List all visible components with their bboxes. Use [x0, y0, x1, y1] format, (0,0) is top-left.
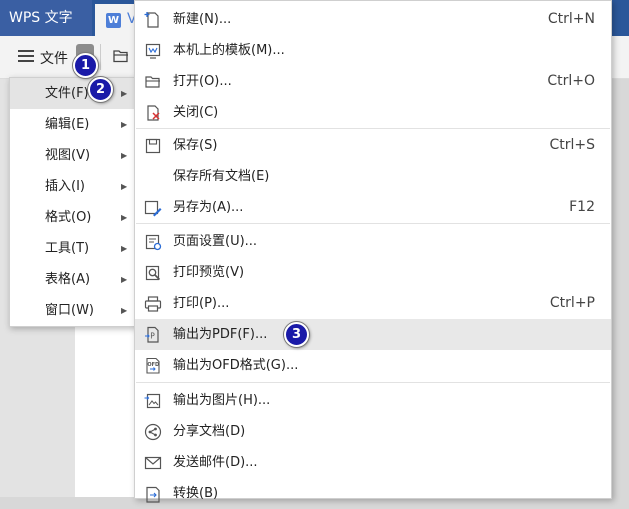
open-folder-icon[interactable]: [113, 49, 129, 63]
file-menu-button[interactable]: 文件: [40, 48, 68, 68]
menu-item-format[interactable]: 格式(O) ▶: [10, 202, 136, 233]
app-title: WPS 文字: [0, 0, 92, 36]
submenu-arrow-icon: ▶: [121, 244, 128, 253]
shortcut-label: Ctrl+O: [547, 73, 595, 89]
svg-text:OFD: OFD: [147, 362, 159, 368]
writer-doc-icon: W: [106, 13, 121, 28]
menu-item-close[interactable]: 关闭(C): [135, 97, 611, 128]
menu-item-label: 关闭(C): [173, 105, 219, 120]
print-preview-icon: [145, 265, 161, 281]
submenu-arrow-icon: ▶: [121, 89, 128, 98]
menu-item-edit[interactable]: 编辑(E) ▶: [10, 109, 136, 140]
menu-item-label: 另存为(A)...: [173, 200, 244, 215]
menu-item-label: 新建(N)...: [173, 12, 232, 27]
file-menu-panel: 新建(N)... Ctrl+N 本机上的模板(M)... 打开(O)... Ct…: [134, 0, 612, 503]
save-as-icon: [144, 200, 162, 217]
convert-icon: [146, 486, 160, 503]
submenu-arrow-icon: ▶: [121, 275, 128, 284]
menu-item-label: 工具(T): [45, 241, 90, 256]
menu-item-print-preview[interactable]: 打印预览(V): [135, 257, 611, 288]
menu-item-convert[interactable]: 转换(B): [135, 478, 611, 509]
menu-item-label: 本机上的模板(M)...: [173, 43, 285, 58]
menu-item-label: 转换(B): [173, 486, 219, 501]
pdf-export-icon: P: [145, 326, 159, 343]
menu-item-label: 格式(O): [45, 210, 92, 225]
menu-item-share[interactable]: 分享文档(D): [135, 416, 611, 447]
menu-item-label: 输出为OFD格式(G)...: [173, 358, 299, 373]
shortcut-label: F12: [569, 199, 595, 215]
menu-item-save-all[interactable]: 保存所有文档(E): [135, 161, 611, 192]
template-icon: [145, 43, 161, 59]
menu-item-save[interactable]: 保存(S) Ctrl+S: [135, 130, 611, 161]
menu-item-label: 编辑(E): [45, 117, 90, 132]
menu-item-label: 打印预览(V): [173, 265, 245, 280]
menu-item-print[interactable]: 打印(P)... Ctrl+P: [135, 288, 611, 319]
menu-item-open[interactable]: 打开(O)... Ctrl+O: [135, 66, 611, 97]
menu-item-table[interactable]: 表格(A) ▶: [10, 264, 136, 295]
menu-separator: [136, 128, 610, 129]
shortcut-label: Ctrl+P: [549, 295, 595, 311]
menu-item-label: 保存所有文档(E): [173, 169, 270, 184]
share-icon: [144, 423, 162, 441]
menu-item-local-templates[interactable]: 本机上的模板(M)...: [135, 35, 611, 66]
image-export-icon: [144, 393, 161, 409]
submenu-arrow-icon: ▶: [121, 151, 128, 160]
menu-item-tools[interactable]: 工具(T) ▶: [10, 233, 136, 264]
step-badge-3: 3: [284, 322, 309, 347]
page-setup-icon: [145, 234, 162, 251]
menu-separator: [136, 382, 610, 383]
menu-item-view[interactable]: 视图(V) ▶: [10, 140, 136, 171]
menu-item-insert[interactable]: 插入(I) ▶: [10, 171, 136, 202]
toolbar-divider: [100, 44, 101, 70]
svg-text:P: P: [150, 332, 155, 341]
menu-item-label: 输出为PDF(F)...: [173, 327, 268, 342]
ofd-export-icon: OFD: [146, 357, 160, 374]
save-icon: [145, 138, 161, 154]
submenu-arrow-icon: ▶: [121, 120, 128, 129]
printer-icon: [144, 296, 162, 312]
menu-item-save-as[interactable]: 另存为(A)... F12: [135, 192, 611, 223]
new-doc-icon: [144, 12, 159, 28]
step-badge-2: 2: [88, 77, 113, 102]
menu-item-label: 页面设置(U)...: [173, 234, 258, 249]
close-doc-icon: [147, 105, 160, 121]
shortcut-label: Ctrl+S: [549, 137, 595, 153]
menu-item-export-pdf[interactable]: P 输出为PDF(F)...: [135, 319, 611, 350]
menu-item-label: 发送邮件(D)...: [173, 455, 258, 470]
submenu-arrow-icon: ▶: [121, 306, 128, 315]
menu-item-file[interactable]: 文件(F) ▶: [10, 78, 136, 109]
mail-icon: [144, 456, 162, 470]
menu-item-window[interactable]: 窗口(W) ▶: [10, 295, 136, 326]
menu-item-send-mail[interactable]: 发送邮件(D)...: [135, 447, 611, 478]
file-submenu: 文件(F) ▶ 编辑(E) ▶ 视图(V) ▶ 插入(I) ▶ 格式(O) ▶ …: [9, 77, 137, 327]
menu-item-label: 表格(A): [45, 272, 91, 287]
menu-item-page-setup[interactable]: 页面设置(U)...: [135, 226, 611, 257]
menu-item-label: 保存(S): [173, 138, 218, 153]
shortcut-label: Ctrl+N: [547, 11, 595, 27]
menu-item-export-ofd[interactable]: OFD 输出为OFD格式(G)...: [135, 350, 611, 381]
menu-item-label: 打印(P)...: [173, 296, 230, 311]
menu-item-label: 视图(V): [45, 148, 91, 163]
menu-separator: [136, 223, 610, 224]
menu-item-label: 分享文档(D): [173, 424, 246, 439]
menu-item-label: 插入(I): [45, 179, 85, 194]
menu-item-label: 输出为图片(H)...: [173, 393, 271, 408]
menu-item-label: 文件(F): [45, 86, 89, 101]
submenu-arrow-icon: ▶: [121, 182, 128, 191]
submenu-arrow-icon: ▶: [121, 213, 128, 222]
menu-item-label: 窗口(W): [45, 303, 94, 318]
folder-open-icon: [145, 76, 160, 88]
step-badge-1: 1: [73, 53, 98, 78]
menu-hamburger-icon[interactable]: [18, 50, 34, 63]
menu-item-export-image[interactable]: 输出为图片(H)...: [135, 385, 611, 416]
menu-item-new[interactable]: 新建(N)... Ctrl+N: [135, 4, 611, 35]
menu-item-label: 打开(O)...: [173, 74, 232, 89]
